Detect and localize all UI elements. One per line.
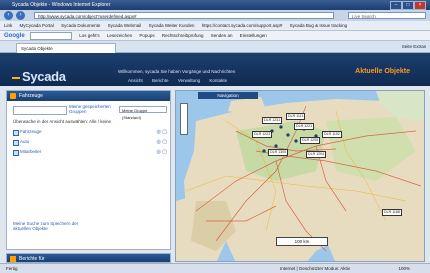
link-item[interactable]: https://contact.sycada.com/support.asp# — [202, 23, 283, 28]
link-item[interactable]: Link — [4, 23, 12, 28]
vehicle-row[interactable]: Fahrzeuge ◎ ▢ — [13, 129, 167, 136]
map-navigation-tab[interactable]: Navigation — [198, 92, 258, 99]
forward-icon[interactable]: › — [16, 11, 25, 20]
nav-item[interactable]: Ansicht — [128, 78, 143, 83]
vehicle-row[interactable]: Mitarbeiter ◎ ▢ — [13, 149, 167, 156]
vehicle-label-marker[interactable]: DLR 1221 — [294, 123, 315, 130]
app-header: Sycada Willkommen, sycada Sie haben Vorg… — [0, 53, 430, 86]
toolbar-item[interactable]: Einstellungen — [240, 33, 267, 38]
header-nav: Ansicht Berichte Verwaltung Kontakte — [128, 78, 235, 83]
vehicle-checkbox[interactable] — [13, 150, 19, 156]
close-button[interactable]: × — [414, 1, 426, 10]
status-bar: Fertig Internet | Geschützter Modus: Akt… — [0, 263, 430, 273]
group-select[interactable]: Meine Gruppe (Standard) — [119, 106, 167, 120]
sycada-logo[interactable]: Sycada — [12, 69, 66, 84]
vehicle-label[interactable]: Mitarbeiter — [20, 149, 41, 155]
vehicle-row[interactable]: Auto ◎ ▢ — [13, 139, 167, 146]
vehicle-actions[interactable]: ◎ ▢ — [157, 139, 167, 145]
reports-panel-header[interactable]: Berichte für — [6, 253, 171, 263]
google-toolbar: Google Los geht's Lesezeichen Popups Rec… — [0, 31, 430, 41]
panel-icon — [10, 256, 16, 262]
vehicle-label-marker[interactable]: DLR 1300 — [268, 149, 289, 156]
vehicle-search-input[interactable] — [13, 106, 67, 115]
vehicle-label[interactable]: Fahrzeuge — [20, 129, 42, 135]
address-bar: ‹ › http://www.sycada.com/object?userdef… — [0, 10, 430, 21]
page-title: Aktuelle Objekte — [355, 68, 410, 75]
panel-icon — [10, 93, 16, 99]
vehicle-label-marker[interactable]: DLR 1111 — [286, 113, 306, 120]
links-bar: Link MyCycada Portal Sycada Dokumente Sy… — [0, 21, 430, 31]
toolbar-item[interactable]: Senden an — [211, 33, 233, 38]
google-logo: Google — [4, 33, 25, 39]
nav-item[interactable]: Kontakte — [209, 78, 227, 83]
toolbar-item[interactable]: Los geht's — [79, 33, 99, 38]
google-search-input[interactable] — [29, 31, 72, 40]
panel-header: Fahrzeuge — [7, 91, 170, 101]
saved-groups-link[interactable]: Meine gespeicherten Gruppen — [69, 104, 117, 114]
vehicle-panel: Fahrzeuge Meine gespeicherten Gruppen Me… — [6, 90, 171, 250]
map-scale: 100 km — [276, 237, 328, 246]
vehicle-label[interactable]: Auto — [20, 139, 29, 145]
map-view[interactable]: Navigation DLR 1231 DLR 1111 DLR 1221 DL… — [175, 90, 425, 262]
link-item[interactable]: Sycada Weiter Kunden — [149, 23, 195, 28]
tab-tools[interactable]: Seite Extras — [402, 43, 426, 51]
map-zoom-control[interactable] — [180, 103, 188, 135]
minimize-button[interactable]: – — [390, 1, 402, 10]
back-icon[interactable]: ‹ — [4, 11, 13, 20]
panel-title: Fahrzeuge — [19, 93, 43, 99]
vehicle-checkbox[interactable] — [13, 130, 19, 136]
list-heading: Überwache in der Ansicht auswählen: Alle… — [13, 119, 112, 124]
status-text: Fertig — [6, 266, 18, 271]
nav-item[interactable]: Verwaltung — [178, 78, 200, 83]
vehicle-actions[interactable]: ◎ ▢ — [157, 129, 167, 135]
save-search-link[interactable]: Meine Suche zum Speichern der aktuellen … — [13, 221, 83, 231]
link-item[interactable]: Sycada Dokumente — [61, 23, 100, 28]
panel-title: Berichte für — [19, 256, 45, 262]
vehicle-actions[interactable]: ◎ ▢ — [157, 149, 167, 155]
live-search-input[interactable]: Live Search — [348, 12, 426, 19]
nav-item[interactable]: Berichte — [152, 78, 169, 83]
toolbar-item[interactable]: Rechtschreibprüfung — [162, 33, 204, 38]
window-title-bar: Sycada Objekte - Windows Internet Explor… — [0, 0, 430, 10]
vehicle-label-marker[interactable]: DLR 1205 — [300, 137, 321, 144]
window-title: Sycada Objekte - Windows Internet Explor… — [12, 2, 111, 8]
welcome-text: Willkommen, sycada Sie haben Vorgänge un… — [118, 69, 236, 74]
link-item[interactable]: Sycada Webmail — [108, 23, 142, 28]
vehicle-label-marker[interactable]: DLR 1102 — [322, 131, 342, 138]
security-zone: Internet | Geschützter Modus: Aktiv — [280, 266, 350, 271]
toolbar-item[interactable]: Lesezeichen — [107, 33, 132, 38]
vehicle-label-marker[interactable]: DLR 1204 — [306, 151, 327, 158]
toolbar-item[interactable]: Popups — [139, 33, 154, 38]
tab-bar: Sycada Objekte Seite Extras — [0, 41, 430, 53]
vehicle-label-marker[interactable]: DLR 1188 — [382, 209, 402, 216]
link-item[interactable]: Sycada Bug & Issue tracking — [290, 23, 348, 28]
link-item[interactable]: MyCycada Portal — [20, 23, 54, 28]
vehicle-checkbox[interactable] — [13, 140, 19, 146]
maximize-button[interactable]: □ — [402, 1, 414, 10]
url-input[interactable]: http://www.sycada.com/object?userdefined… — [34, 12, 334, 19]
vehicle-label-marker[interactable]: DLR 1231 — [262, 117, 283, 124]
vehicle-label-marker[interactable]: DLR 1223 — [252, 131, 273, 138]
zoom-level[interactable]: 100% — [398, 264, 410, 273]
tab-sycada-objekte[interactable]: Sycada Objekte — [16, 43, 116, 53]
